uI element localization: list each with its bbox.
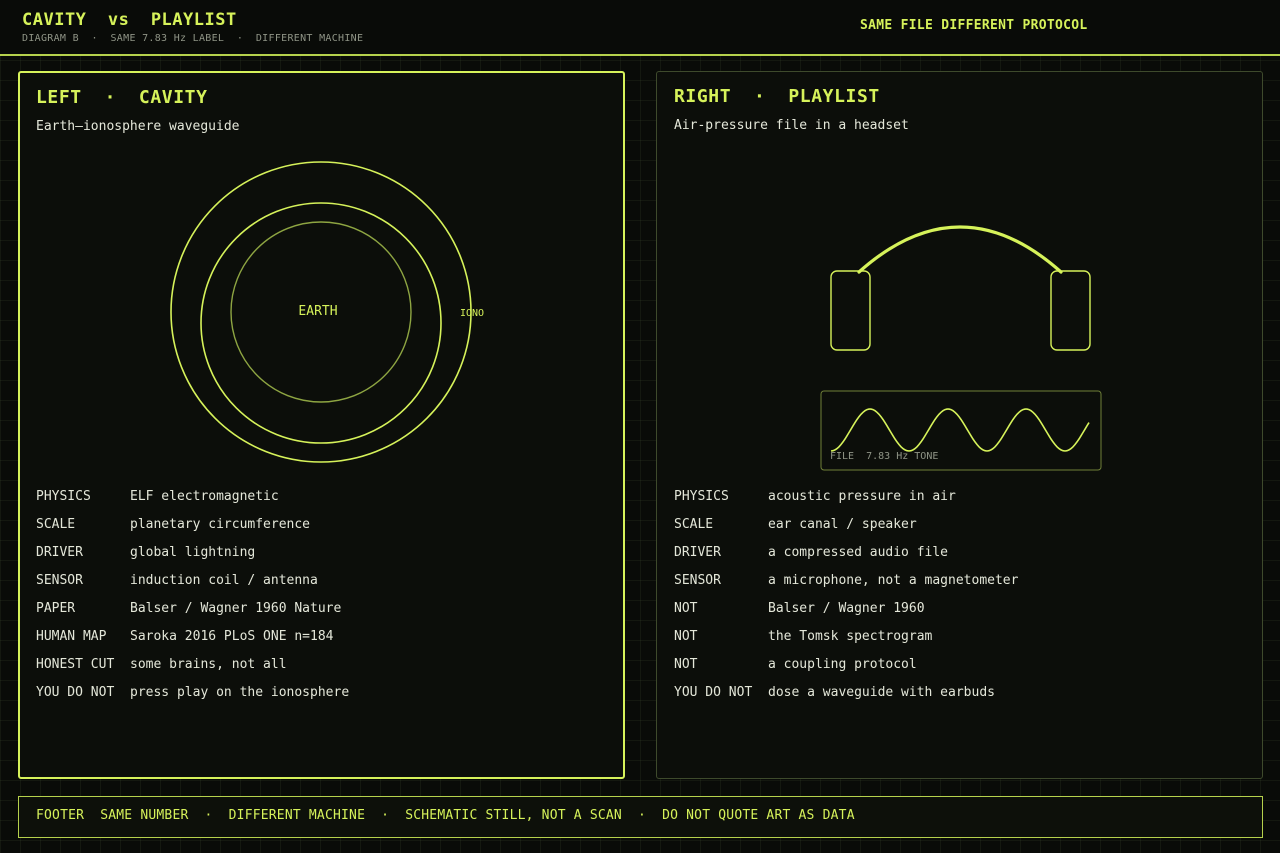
playlist-facts-list: PHYSICS acoustic pressure in air SCALE ear… [674, 489, 1018, 713]
panel-playlist: FILE 7.83 Hz TONE RIGHT · PLAYLIST Air-p… [656, 71, 1263, 779]
footer-bar: FOOTER SAME NUMBER · DIFFERENT MACHINE ·… [18, 796, 1263, 838]
fact-key: NOT [674, 657, 698, 672]
fact-value: ear canal / speaker [768, 517, 917, 532]
headphone-right-cup-icon [1050, 270, 1091, 351]
waveform-label: FILE 7.83 Hz TONE [830, 451, 938, 462]
fact-key: PHYSICS [674, 489, 729, 504]
fact-value: Balser / Wagner 1960 [768, 601, 925, 616]
fact-value: press play on the ionosphere [130, 685, 350, 700]
fact-key: NOT [674, 629, 698, 644]
fact-key: DRIVER [674, 545, 721, 560]
panel-subtitle-playlist: Air-pressure file in a headset [674, 118, 909, 133]
panel-title-cavity: LEFT · CAVITY [36, 87, 208, 108]
fact-row: HONEST CUT some brains, not all [36, 657, 349, 685]
fact-value: acoustic pressure in air [768, 489, 956, 504]
panel-title-playlist: RIGHT · PLAYLIST [674, 86, 880, 107]
page-subtitle: DIAGRAM B · SAME 7.83 Hz LABEL · DIFFERE… [22, 33, 364, 44]
fact-key: PAPER [36, 601, 76, 616]
fact-row: DRIVER global lightning [36, 545, 349, 573]
fact-row: NOT the Tomsk spectrogram [674, 629, 1018, 657]
ionosphere-ring [200, 202, 442, 444]
fact-value: Saroka 2016 PLoS ONE n=184 [130, 629, 334, 644]
fact-key: SENSOR [36, 573, 83, 588]
fact-row: PHYSICS acoustic pressure in air [674, 489, 1018, 517]
fact-key: SENSOR [674, 573, 721, 588]
fact-key: DRIVER [36, 545, 83, 560]
fact-row: SCALE ear canal / speaker [674, 517, 1018, 545]
fact-key: SCALE [36, 517, 76, 532]
fact-value: induction coil / antenna [130, 573, 318, 588]
fact-row: NOT Balser / Wagner 1960 [674, 601, 1018, 629]
earth-label: EARTH [298, 304, 337, 319]
fact-row: YOU DO NOT dose a waveguide with earbuds [674, 685, 1018, 713]
fact-row: YOU DO NOT press play on the ionosphere [36, 685, 349, 713]
fact-row: DRIVER a compressed audio file [674, 545, 1018, 573]
fact-key: YOU DO NOT [674, 685, 753, 700]
fact-row: SCALE planetary circumference [36, 517, 349, 545]
fact-key: PHYSICS [36, 489, 91, 504]
fact-value: a coupling protocol [768, 657, 917, 672]
fact-value: global lightning [130, 545, 256, 560]
cavity-facts-list: PHYSICS ELF electromagnetic SCALE planetar… [36, 489, 349, 713]
fact-row: PAPER Balser / Wagner 1960 Nature [36, 601, 349, 629]
fact-key: HONEST CUT [36, 657, 115, 672]
fact-key: HUMAN MAP [36, 629, 107, 644]
fact-value: Balser / Wagner 1960 Nature [130, 601, 342, 616]
header-bar: CAVITY vs PLAYLIST DIAGRAM B · SAME 7.83… [0, 0, 1280, 56]
fact-row: HUMAN MAP Saroka 2016 PLoS ONE n=184 [36, 629, 349, 657]
fact-value: the Tomsk spectrogram [768, 629, 933, 644]
headphone-left-cup-icon [830, 270, 871, 351]
fact-value: a microphone, not a magnetometer [768, 573, 1019, 588]
fact-key: NOT [674, 601, 698, 616]
fact-key: YOU DO NOT [36, 685, 115, 700]
fact-row: SENSOR a microphone, not a magnetometer [674, 573, 1018, 601]
panel-subtitle-cavity: Earth–ionosphere waveguide [36, 119, 240, 134]
fact-row: NOT a coupling protocol [674, 657, 1018, 685]
fact-value: a compressed audio file [768, 545, 949, 560]
fact-row: PHYSICS ELF electromagnetic [36, 489, 349, 517]
fact-value: ELF electromagnetic [130, 489, 279, 504]
footer-text: FOOTER SAME NUMBER · DIFFERENT MACHINE ·… [36, 808, 855, 823]
panel-cavity: EARTH IONO LEFT · CAVITY Earth–ionospher… [18, 71, 625, 779]
page-title: CAVITY vs PLAYLIST [22, 10, 237, 30]
fact-key: SCALE [674, 517, 714, 532]
headband-arc [857, 225, 1063, 274]
iono-label: IONO [460, 308, 484, 319]
header-tag: SAME FILE DIFFERENT PROTOCOL [860, 18, 1088, 33]
fact-value: some brains, not all [130, 657, 287, 672]
fact-value: dose a waveguide with earbuds [768, 685, 995, 700]
fact-row: SENSOR induction coil / antenna [36, 573, 349, 601]
fact-value: planetary circumference [130, 517, 311, 532]
